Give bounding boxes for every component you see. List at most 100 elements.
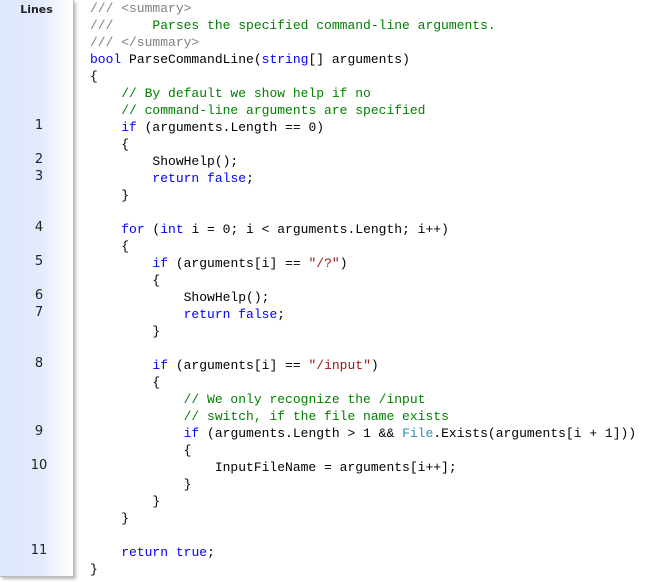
comment-token: // switch, if the file name exists <box>183 409 449 424</box>
code-line: { <box>90 374 636 391</box>
string-token: "/input" <box>308 358 371 373</box>
line-marker: 11 <box>30 543 48 558</box>
keyword-token: bool <box>90 52 122 67</box>
keyword-token: return <box>152 171 200 186</box>
code-line: InputFileName = arguments[i++]; <box>90 459 636 476</box>
code-block: /// <summary>/// Parses the specified co… <box>90 0 636 578</box>
code-line: } <box>90 187 636 204</box>
code-token: } <box>90 324 161 339</box>
code-line: } <box>90 476 636 493</box>
code-token: InputFileName = arguments[i++]; <box>90 460 457 475</box>
code-line: /// <summary> <box>90 0 636 17</box>
doc-comment-token: /// <box>90 18 114 33</box>
code-token: ( <box>144 222 161 237</box>
keyword-token: string <box>261 52 309 67</box>
code-line: { <box>90 136 636 153</box>
code-token: ShowHelp(); <box>90 154 239 169</box>
line-marker: 8 <box>34 356 44 371</box>
comment-token: // command-line arguments are specified <box>121 103 426 118</box>
code-token: ; <box>207 545 215 560</box>
keyword-token: if <box>152 358 169 373</box>
code-token: { <box>90 443 192 458</box>
code-line: for (int i = 0; i < arguments.Length; i+… <box>90 221 636 238</box>
keyword-token: for <box>121 222 145 237</box>
code-line: /// </summary> <box>90 34 636 51</box>
line-marker: 6 <box>34 288 44 303</box>
keyword-token: return <box>121 545 169 560</box>
code-line: ShowHelp(); <box>90 153 636 170</box>
code-token: i = 0; i < arguments.Length; i++) <box>183 222 449 237</box>
code-token: ) <box>370 358 379 373</box>
keyword-token: false <box>238 307 278 322</box>
code-token: } <box>90 562 98 577</box>
comment-token: Parses the specified command-line argume… <box>113 18 496 33</box>
code-line: { <box>90 238 636 255</box>
code-token: } <box>90 477 192 492</box>
code-line: } <box>90 561 636 578</box>
line-marker: 4 <box>34 220 44 235</box>
code-token: (arguments.Length == 0) <box>136 120 325 135</box>
code-line: } <box>90 510 636 527</box>
code-token: (arguments[i] == <box>168 358 309 373</box>
comment-token: // We only recognize the /input <box>183 392 426 407</box>
code-token: { <box>90 239 130 254</box>
code-line: // By default we show help if no <box>90 85 636 102</box>
code-token: ; <box>246 171 254 186</box>
code-line: return true; <box>90 544 636 561</box>
code-token: [] arguments) <box>308 52 410 67</box>
code-line: // command-line arguments are specified <box>90 102 636 119</box>
comment-token: // By default we show help if no <box>121 86 371 101</box>
code-line: } <box>90 493 636 510</box>
code-line: ShowHelp(); <box>90 289 636 306</box>
code-line: return false; <box>90 306 636 323</box>
code-line: if (arguments.Length == 0) <box>90 119 636 136</box>
keyword-token: int <box>160 222 184 237</box>
keyword-token: if <box>183 426 200 441</box>
code-line: // switch, if the file name exists <box>90 408 636 425</box>
line-marker: 7 <box>34 305 44 320</box>
code-line: return false; <box>90 170 636 187</box>
code-token: ) <box>339 256 348 271</box>
code-token: } <box>90 511 130 526</box>
string-token: "/?" <box>308 256 340 271</box>
code-line: /// Parses the specified command-line ar… <box>90 17 636 34</box>
code-line: if (arguments[i] == "/?") <box>90 255 636 272</box>
code-line: if (arguments[i] == "/input") <box>90 357 636 374</box>
doc-comment-token: /// </summary> <box>90 35 200 50</box>
code-token: ShowHelp(); <box>90 290 270 305</box>
code-token: .Exists(arguments[i + 1])) <box>433 426 637 441</box>
code-token: ; <box>277 307 286 322</box>
code-line: { <box>90 272 636 289</box>
code-line: { <box>90 442 636 459</box>
code-token: { <box>90 137 130 152</box>
doc-comment-token: /// <summary> <box>90 1 192 16</box>
code-token: } <box>90 494 161 509</box>
gutter-title: Lines <box>20 3 53 16</box>
line-marker: 2 <box>34 152 44 167</box>
line-number-gutter: Lines 1 2 3 4 5 6 7 8 9 10 11 <box>0 0 74 577</box>
code-token: ParseCommandLine( <box>121 52 262 67</box>
keyword-token: false <box>207 171 247 186</box>
code-line: // We only recognize the /input <box>90 391 636 408</box>
line-marker: 1 <box>34 118 44 133</box>
type-token: File <box>402 426 434 441</box>
code-token: { <box>90 273 161 288</box>
code-token: } <box>90 188 130 203</box>
keyword-token: if <box>152 256 169 271</box>
